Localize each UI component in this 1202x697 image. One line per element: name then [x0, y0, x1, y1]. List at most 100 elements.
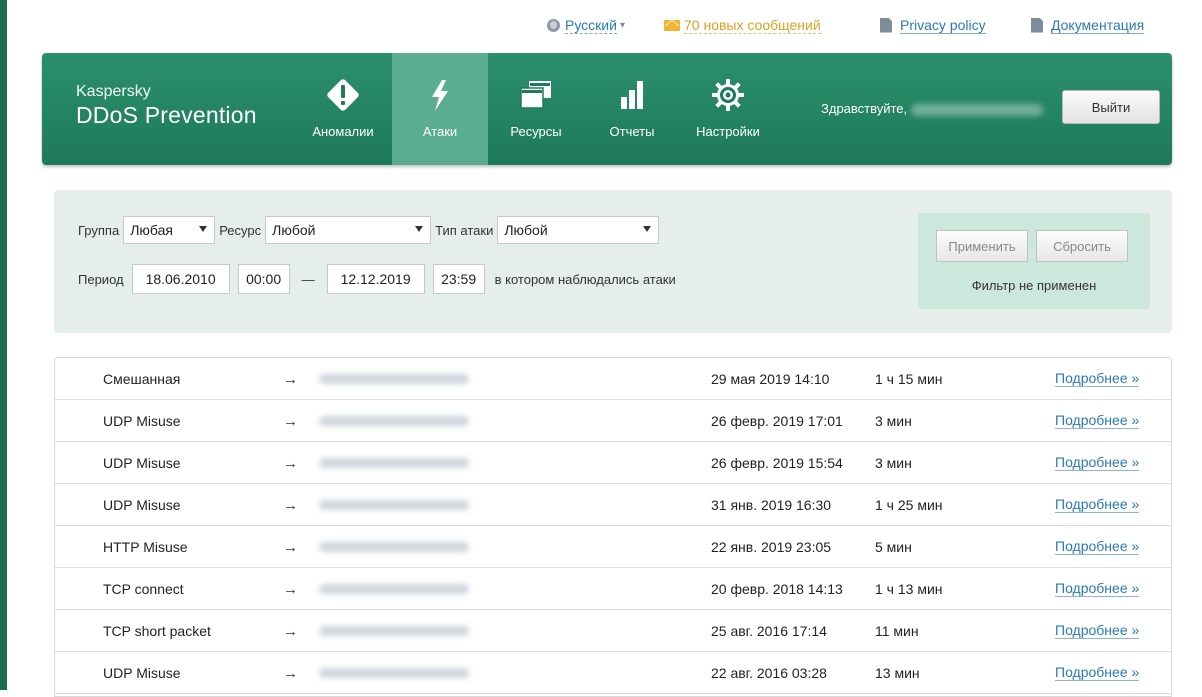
attack-date: 31 янв. 2019 16:30 [711, 497, 832, 513]
table-row[interactable]: HTTP Misuse → 22 янв. 2019 23:05 5 мин П… [55, 526, 1171, 568]
resource-redacted [319, 652, 469, 694]
nav-label: Отчеты [609, 124, 655, 139]
nav-item-anomalies[interactable]: Аномалии [295, 53, 391, 165]
attack-type-value: Любой [504, 222, 548, 238]
details-link-wrap[interactable]: Подробнее » [1055, 442, 1140, 484]
language-selector[interactable]: Русский ▾ [547, 14, 625, 36]
date-from-input[interactable]: 18.06.2010 [131, 264, 230, 294]
filter-panel: Группа Любая Ресурс Любой Тип атаки Любо… [54, 190, 1172, 333]
privacy-label[interactable]: Privacy policy [900, 17, 986, 34]
brand-top: Kaspersky [76, 83, 151, 100]
language-label[interactable]: Русский [565, 17, 617, 34]
details-link-wrap[interactable]: Подробнее » [1055, 652, 1140, 694]
globe-icon [547, 18, 560, 32]
table-row[interactable]: UDP Misuse → 26 февр. 2019 15:54 3 мин П… [55, 442, 1171, 484]
date-to-input[interactable]: 12.12.2019 [326, 264, 425, 294]
details-link[interactable]: Подробнее » [1055, 581, 1140, 597]
attack-type: UDP Misuse [103, 497, 181, 513]
chevron-down-icon [643, 226, 652, 232]
group-value: Любая [130, 222, 173, 238]
attack-date: 29 мая 2019 14:10 [711, 371, 830, 387]
attack-duration: 5 мин [875, 539, 912, 555]
resource-redacted [319, 400, 469, 442]
attack-duration: 3 мин [875, 455, 912, 471]
chevron-down-icon [199, 226, 208, 232]
arrow-right-icon: → [283, 622, 298, 640]
details-link[interactable]: Подробнее » [1055, 413, 1140, 429]
nav-label: Аномалии [312, 124, 374, 139]
caret-down-icon: ▾ [619, 19, 625, 31]
envelope-icon [664, 19, 680, 31]
details-link[interactable]: Подробнее » [1055, 539, 1140, 555]
details-link[interactable]: Подробнее » [1055, 497, 1140, 513]
attack-duration: 1 ч 15 мин [875, 371, 943, 387]
left-accent-bar [0, 0, 7, 690]
details-link-wrap[interactable]: Подробнее » [1055, 568, 1140, 610]
docs-label[interactable]: Документация [1051, 17, 1145, 34]
utility-bar: Русский ▾ 70 новых сообщений Privacy pol… [0, 14, 1202, 38]
username-redacted [911, 103, 1044, 116]
nav-item-attacks[interactable]: Атаки [392, 53, 488, 165]
table-row[interactable]: TCP short packet → 25 авг. 2016 17:14 11… [55, 610, 1171, 652]
table-row[interactable]: Смешанная → 29 мая 2019 14:10 1 ч 15 мин… [55, 358, 1171, 400]
arrow-right-icon: → [283, 412, 298, 430]
nav-label: Настройки [696, 124, 760, 139]
gear-icon [710, 77, 746, 113]
attack-duration: 13 мин [875, 665, 920, 681]
attack-type: UDP Misuse [103, 413, 181, 429]
resource-redacted [319, 568, 469, 610]
attack-duration: 1 ч 25 мин [875, 497, 943, 513]
time-from-input[interactable]: 00:00 [237, 264, 290, 294]
arrow-right-icon: → [283, 538, 298, 556]
attack-date: 20 февр. 2018 14:13 [711, 581, 843, 597]
messages-label[interactable]: 70 новых сообщений [684, 17, 821, 34]
details-link[interactable]: Подробнее » [1055, 665, 1140, 681]
details-link-wrap[interactable]: Подробнее » [1055, 358, 1140, 400]
reset-button[interactable]: Сбросить [1036, 230, 1128, 262]
table-row[interactable]: UDP Misuse → 22 авг. 2016 03:28 13 мин П… [55, 652, 1171, 694]
arrow-right-icon: → [283, 454, 298, 472]
table-row[interactable]: UDP Misuse → 31 янв. 2019 16:30 1 ч 25 м… [55, 484, 1171, 526]
attack-duration: 3 мин [875, 413, 912, 429]
resource-select[interactable]: Любой [265, 216, 432, 244]
nav-item-settings[interactable]: Настройки [680, 53, 776, 165]
attacks-table: Смешанная → 29 мая 2019 14:10 1 ч 15 мин… [54, 357, 1172, 697]
details-link-wrap[interactable]: Подробнее » [1055, 526, 1140, 568]
bar-chart-icon [614, 77, 650, 113]
details-link-wrap[interactable]: Подробнее » [1055, 484, 1140, 526]
attack-type: TCP connect [103, 581, 184, 597]
greeting-text: Здравствуйте, [821, 101, 908, 116]
app-header: Kaspersky DDoS Prevention Аномалии Атаки [42, 53, 1172, 165]
resource-redacted [319, 484, 469, 526]
period-label: Период [78, 271, 124, 287]
brand-logo[interactable]: Kaspersky DDoS Prevention [76, 83, 257, 129]
nav-label: Атаки [422, 124, 458, 139]
privacy-link[interactable]: Privacy policy [880, 14, 986, 36]
messages-link[interactable]: 70 новых сообщений [664, 14, 821, 36]
resource-redacted [319, 358, 469, 400]
attack-type: Смешанная [103, 371, 181, 387]
time-to-input[interactable]: 23:59 [432, 264, 485, 294]
details-link-wrap[interactable]: Подробнее » [1055, 400, 1140, 442]
document-icon [880, 17, 892, 33]
filter-row-2: Период 18.06.2010 00:00 — 12.12.2019 23:… [78, 264, 676, 294]
group-label: Группа [78, 222, 120, 238]
period-dash: — [301, 271, 315, 287]
warning-diamond-icon [325, 77, 361, 113]
apply-button[interactable]: Применить [936, 230, 1028, 262]
table-row[interactable]: UDP Misuse → 26 февр. 2019 17:01 3 мин П… [55, 400, 1171, 442]
details-link[interactable]: Подробнее » [1055, 623, 1140, 639]
nav-item-reports[interactable]: Отчеты [584, 53, 680, 165]
nav-label: Ресурсы [510, 124, 562, 139]
group-select[interactable]: Любая [123, 216, 216, 244]
attack-type-select[interactable]: Любой [497, 216, 660, 244]
docs-link[interactable]: Документация [1031, 14, 1145, 36]
filter-actions: Применить Сбросить Фильтр не применен [918, 213, 1150, 309]
details-link[interactable]: Подробнее » [1055, 371, 1140, 387]
nav-item-resources[interactable]: Ресурсы [488, 53, 584, 165]
table-row[interactable]: TCP connect → 20 февр. 2018 14:13 1 ч 13… [55, 568, 1171, 610]
logout-button[interactable]: Выйти [1062, 90, 1160, 124]
attack-type: TCP short packet [103, 623, 211, 639]
details-link-wrap[interactable]: Подробнее » [1055, 610, 1140, 652]
details-link[interactable]: Подробнее » [1055, 455, 1140, 471]
